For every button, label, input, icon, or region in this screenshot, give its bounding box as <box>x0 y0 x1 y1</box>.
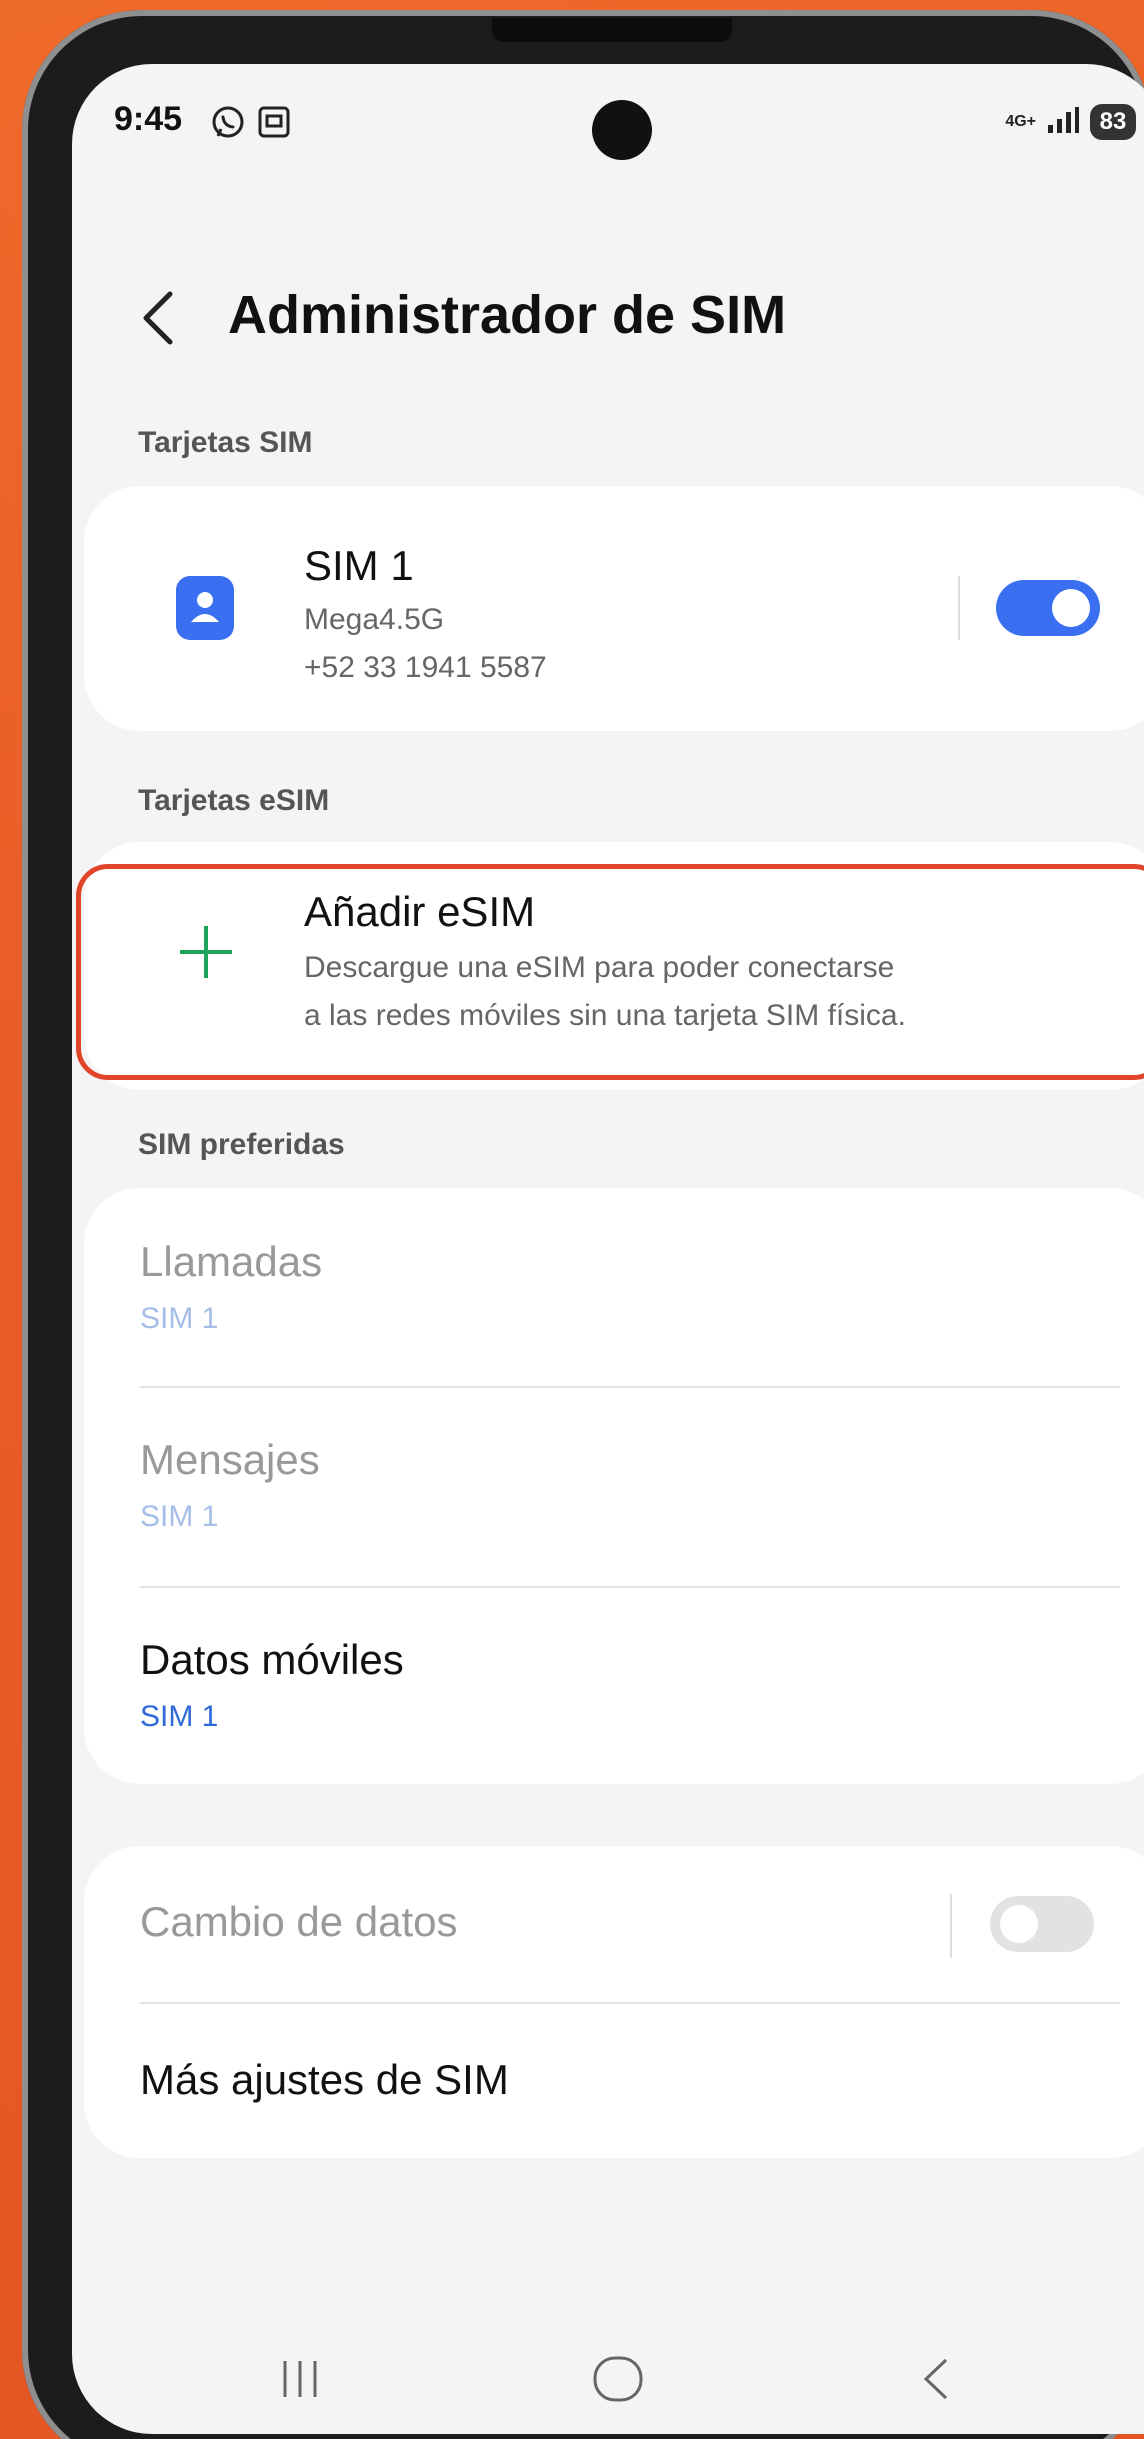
toggle-knob <box>1000 1905 1038 1943</box>
page-title: Administrador de SIM <box>228 285 787 345</box>
home-button[interactable] <box>578 2344 658 2414</box>
data-switch-item[interactable]: Cambio de datos <box>84 1846 1144 2002</box>
network-type: 4G+ <box>1005 113 1036 130</box>
whatsapp-icon <box>210 104 246 145</box>
calls-title: Llamadas <box>140 1238 323 1285</box>
status-bar: 9:45 4G+ 83 <box>72 64 1144 184</box>
sim-card-icon <box>176 576 234 640</box>
header: Administrador de SIM <box>72 264 1144 364</box>
calls-value: SIM 1 <box>140 1302 219 1335</box>
sim-card-item[interactable]: SIM 1 Mega4.5G +52 33 1941 5587 <box>84 486 1144 731</box>
navigation-bar <box>72 2324 1144 2434</box>
back-button[interactable] <box>134 288 182 348</box>
vertical-divider <box>958 576 960 640</box>
mobile-data-value: SIM 1 <box>140 1700 219 1733</box>
more-sim-settings-item[interactable]: Más ajustes de SIM <box>84 2004 1144 2158</box>
sim-name: SIM 1 <box>304 542 414 589</box>
recent-apps-icon <box>283 2361 317 2397</box>
home-icon <box>593 2356 643 2402</box>
data-switch-title: Cambio de datos <box>140 1898 458 1945</box>
signal-icon <box>1046 105 1080 140</box>
section-label-sim: Tarjetas SIM <box>138 426 313 459</box>
status-time: 9:45 <box>114 100 183 138</box>
front-camera <box>592 100 652 160</box>
preferred-sim-card: Llamadas SIM 1 Mensajes SIM 1 Datos móvi… <box>84 1188 1144 1784</box>
mobile-data-title: Datos móviles <box>140 1636 404 1683</box>
section-label-esim: Tarjetas eSIM <box>138 784 330 817</box>
preferred-item-mobile-data[interactable]: Datos móviles SIM 1 <box>84 1588 1144 1784</box>
phone-frame: 9:45 4G+ 83 Administrador de SIM Tarjeta… <box>22 10 1144 2439</box>
data-switch-toggle[interactable] <box>990 1896 1094 1952</box>
battery-indicator: 83 <box>1090 104 1136 140</box>
messages-title: Mensajes <box>140 1436 320 1483</box>
back-icon <box>923 2358 948 2400</box>
more-sim-settings-title: Más ajustes de SIM <box>140 2056 509 2103</box>
section-label-preferred: SIM preferidas <box>138 1128 345 1161</box>
nav-back-button[interactable] <box>896 2344 976 2414</box>
vertical-divider <box>950 1894 952 1958</box>
sim-toggle[interactable] <box>996 580 1100 636</box>
sim-carrier: Mega4.5G <box>304 603 445 636</box>
recent-apps-button[interactable] <box>260 2344 340 2414</box>
highlight-box <box>76 864 1144 1080</box>
sim-number: +52 33 1941 5587 <box>304 651 547 684</box>
preferred-item-messages[interactable]: Mensajes SIM 1 <box>84 1388 1144 1586</box>
other-settings-card: Cambio de datos Más ajustes de SIM <box>84 1846 1144 2158</box>
messages-value: SIM 1 <box>140 1500 219 1533</box>
screen: 9:45 4G+ 83 Administrador de SIM Tarjeta… <box>72 64 1144 2434</box>
chevron-left-icon <box>143 291 173 345</box>
toggle-knob <box>1052 589 1090 627</box>
preferred-item-calls[interactable]: Llamadas SIM 1 <box>84 1188 1144 1386</box>
status-right: 4G+ 83 <box>1005 104 1136 140</box>
screenshot-icon <box>256 104 292 145</box>
